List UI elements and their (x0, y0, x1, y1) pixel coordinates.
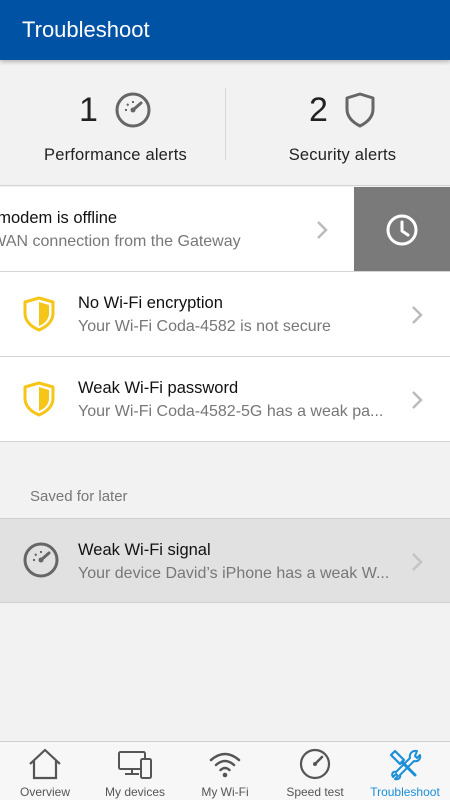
warning-shield-icon (23, 296, 55, 332)
performance-alert-count: 1 (79, 90, 98, 129)
tab-my-devices[interactable]: My devices (90, 742, 180, 800)
alert-row-no-encryption[interactable]: No Wi-Fi encryption Your Wi-Fi Coda-4582… (0, 272, 450, 357)
devices-icon (118, 751, 152, 779)
tools-icon (389, 749, 422, 781)
snooze-button[interactable] (354, 187, 450, 271)
performance-alerts-summary[interactable]: 1 Performance alerts (3, 88, 228, 165)
saved-row-weak-signal[interactable]: Weak Wi-Fi signal Your device David’s iP… (0, 518, 450, 603)
bottom-tab-bar: Overview My devices My Wi-Fi Speed test (0, 741, 450, 800)
page-title: Troubleshoot (22, 17, 150, 42)
speedometer-icon (23, 542, 59, 578)
alert-subtitle: Your Wi-Fi Coda-4582-5G has a weak pa... (78, 403, 384, 420)
summary-divider (225, 88, 226, 160)
tab-speed-test[interactable]: Speed test (270, 742, 360, 800)
tab-label: My Wi-Fi (201, 785, 249, 799)
tab-label: Overview (19, 785, 70, 799)
tab-label: My devices (104, 785, 166, 799)
alert-title: Weak Wi-Fi password (78, 379, 239, 397)
alert-row-modem-offline[interactable]: ur modem is offline o WAN connection fro… (0, 187, 450, 272)
warning-shield-icon (23, 381, 55, 417)
clock-icon (386, 214, 418, 245)
security-alerts-label: Security alerts (288, 146, 397, 164)
chevron-right-icon (412, 553, 423, 571)
security-alert-count: 2 (309, 90, 328, 129)
tab-troubleshoot[interactable]: Troubleshoot (360, 742, 450, 800)
home-icon (29, 748, 61, 780)
speedometer-icon (299, 748, 331, 780)
wifi-icon (209, 752, 241, 778)
alert-title: No Wi-Fi encryption (78, 294, 223, 312)
alert-summary: 1 Performance alerts 2 Security alerts (0, 60, 450, 186)
performance-alerts-label: Performance alerts (44, 146, 187, 164)
alert-title: ur modem is offline (0, 209, 118, 227)
app-header: Troubleshoot (0, 0, 450, 60)
chevron-right-icon (412, 306, 423, 324)
chevron-right-icon (412, 391, 423, 409)
alert-title: Weak Wi-Fi signal (78, 541, 211, 559)
saved-for-later-heading: Saved for later (30, 488, 128, 505)
alert-row-weak-password[interactable]: Weak Wi-Fi password Your Wi-Fi Coda-4582… (0, 357, 450, 442)
tab-label: Troubleshoot (370, 785, 440, 799)
shield-icon (345, 92, 375, 128)
tab-label: Speed test (286, 785, 344, 799)
security-alerts-summary[interactable]: 2 Security alerts (230, 88, 450, 165)
speedometer-icon (115, 92, 151, 128)
tab-my-wifi[interactable]: My Wi-Fi (180, 742, 270, 800)
alert-subtitle: o WAN connection from the Gateway (0, 233, 241, 250)
alert-subtitle: Your Wi-Fi Coda-4582 is not secure (78, 318, 331, 335)
tab-overview[interactable]: Overview (0, 742, 90, 800)
chevron-right-icon (317, 221, 328, 239)
alert-subtitle: Your device David’s iPhone has a weak W.… (78, 565, 390, 582)
